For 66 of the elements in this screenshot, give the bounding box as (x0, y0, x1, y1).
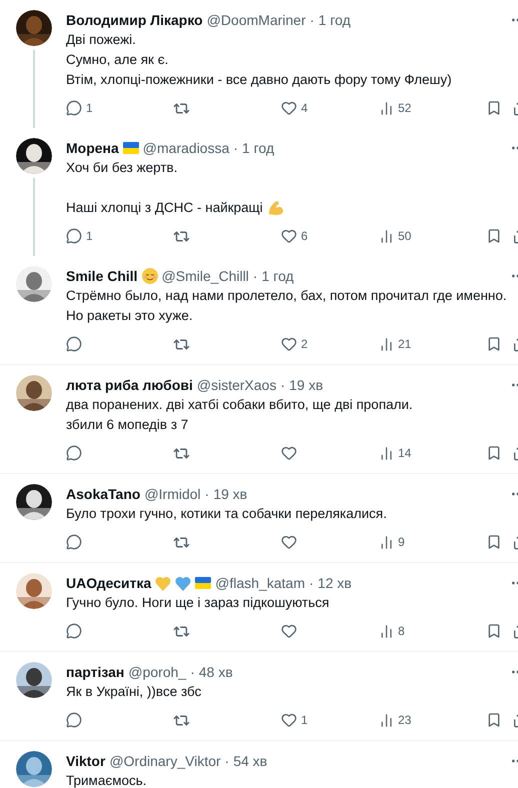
like-count: 1 (301, 713, 308, 727)
reply-post[interactable]: люта риба любові @sisterXaos · 19 хв два поранених. дві хатбі собаки вбито, ще дві пропали. збили 6 мопедів з 7 14 (0, 365, 518, 474)
views-count: 14 (398, 446, 412, 460)
post-text: збили 6 мопедів з 7 (66, 416, 188, 434)
post-text: Стрёмно было, над нами пролетело, бах, потом прочитал где именно. (66, 287, 507, 305)
separator-dot: · (204, 486, 210, 502)
separator-dot: · (309, 575, 314, 591)
like-count: 2 (301, 337, 308, 351)
author-name[interactable]: AsokaTano (66, 486, 140, 502)
separator-dot: · (224, 753, 230, 769)
views-count: 50 (398, 229, 412, 243)
author-name[interactable]: Володимир Лікарко (66, 12, 203, 28)
author-name[interactable]: партізан (66, 664, 124, 680)
separator-dot: · (233, 140, 238, 156)
post-time[interactable]: 12 хв (318, 575, 352, 591)
author-handle[interactable]: @Irmidol (144, 486, 201, 502)
views-count: 23 (398, 713, 412, 727)
post-text: Хоч би без жертв. (66, 159, 178, 177)
post-text: Сумно, але як є. (66, 51, 168, 69)
post-text: Наші хлопці з ДСНС - найкращі (66, 199, 263, 217)
author-handle[interactable]: @Ordinary_Viktor (109, 753, 221, 769)
reply-count: 1 (86, 229, 93, 243)
reply-post[interactable]: Viktor @Ordinary_Viktor · 54 хв Тримаємось. (0, 741, 518, 788)
like-count: 4 (301, 101, 308, 115)
post-time[interactable]: 1 год (262, 268, 294, 284)
author-handle[interactable]: @flash_katam (215, 575, 305, 591)
post-time[interactable]: 48 хв (198, 664, 233, 680)
separator-dot: · (190, 664, 195, 680)
post-text: Втім, хлопці-пожежники - все давно дають фору тому Флешу) (66, 71, 452, 89)
post-text: Було трохи гучно, котики та собачки перелякалися. (66, 505, 387, 523)
separator-dot: · (280, 377, 286, 393)
author-name[interactable]: UAОдеситка (66, 575, 152, 591)
separator-dot: · (252, 268, 258, 284)
views-count: 21 (398, 337, 412, 351)
post-time[interactable]: 1 год (318, 12, 351, 28)
author-name[interactable]: Морена (66, 140, 119, 156)
post-text: Тримаємось. (66, 772, 147, 788)
post-time[interactable]: 19 хв (289, 377, 324, 393)
author-name[interactable]: Smile Chill (66, 268, 138, 284)
author-handle[interactable]: @maradiossa (142, 140, 230, 156)
author-handle[interactable]: @sisterXaos (196, 377, 276, 393)
reply-post[interactable]: партізан @poroh_ · 48 хв Як в Україні, ))все збс 1 23 (0, 652, 518, 741)
reply-count: 1 (86, 101, 93, 115)
reply-post[interactable]: Smile Chill @Smile_Chilll · 1 год Стрёмно было, над нами пролетело, бах, потом прочитал где именно. Но ракеты это хуже. 2 21 (0, 256, 518, 365)
post-time[interactable]: 54 хв (233, 753, 268, 769)
author-handle[interactable]: @Smile_Chilll (162, 268, 249, 284)
like-count: 6 (301, 229, 308, 243)
post-text: Гучно було. Ноги ще і зараз підкошуються (66, 594, 330, 612)
views-count: 52 (398, 101, 412, 115)
post-text: Дві пожежі. (66, 31, 136, 49)
post-time[interactable]: 1 год (242, 140, 274, 156)
reply-post[interactable]: Морена @maradiossa · 1 год Хоч би без жертв. Наші хлопці з ДСНС - найкращі 1 6 50 (0, 128, 518, 256)
post-text: Но ракеты это хуже. (66, 307, 193, 325)
author-handle[interactable]: @poroh_ (128, 664, 186, 680)
author-name[interactable]: Viktor (66, 753, 106, 769)
author-name[interactable]: люта риба любові (66, 377, 193, 393)
separator-dot: · (310, 12, 314, 28)
author-handle[interactable]: @DoomMariner (206, 12, 306, 28)
reply-post[interactable]: UAОдеситка @flash_katam · 12 хв Гучно було. Ноги ще і зараз підкошуються 8 (0, 563, 518, 652)
post-text: два поранених. дві хатбі собаки вбито, ще дві пропали. (66, 396, 413, 414)
views-count: 9 (398, 535, 405, 549)
post-text: Як в Україні, ))все збс (66, 683, 202, 701)
views-count: 8 (398, 624, 405, 638)
reply-post[interactable]: Володимир Лікарко @DoomMariner · 1 год Дві пожежі. Сумно, але як є. Втім, хлопці-пожежники - все давно дають фору тому Флешу) 1 4 52 (0, 0, 518, 128)
post-time[interactable]: 19 хв (213, 486, 248, 502)
reply-post[interactable]: AsokaTano @Irmidol · 19 хв Було трохи гучно, котики та собачки перелякалися. 9 (0, 474, 518, 563)
